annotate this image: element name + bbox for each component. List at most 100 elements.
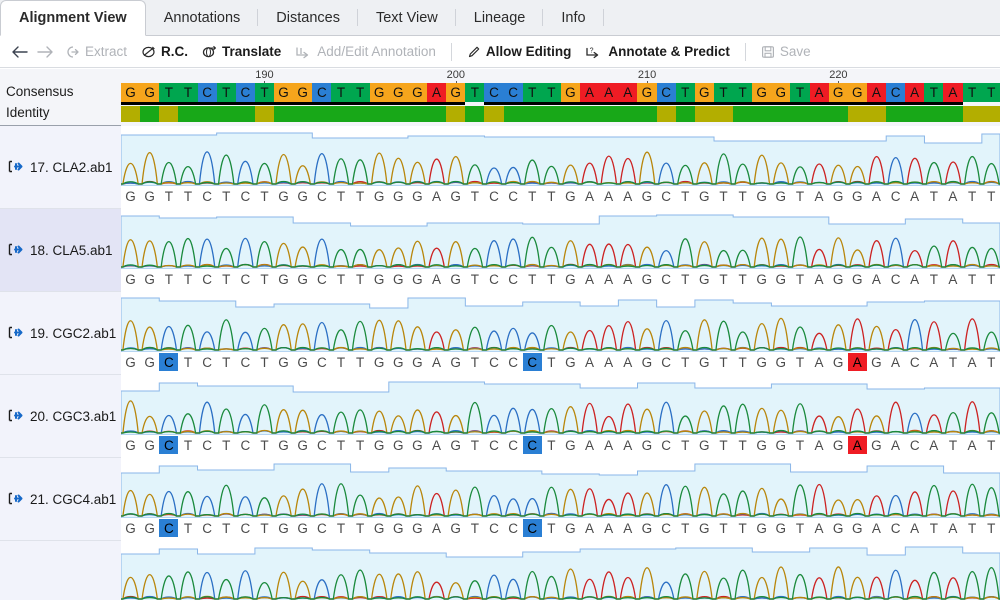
base-call[interactable]: C: [657, 519, 676, 537]
base-call[interactable]: T: [255, 270, 274, 288]
base-call[interactable]: T: [733, 519, 752, 537]
base-call[interactable]: G: [829, 353, 848, 371]
consensus-base[interactable]: A: [905, 83, 924, 102]
base-call[interactable]: A: [427, 270, 446, 288]
base-call[interactable]: G: [867, 353, 886, 371]
consensus-base[interactable]: T: [714, 83, 733, 102]
base-call[interactable]: G: [121, 270, 140, 288]
consensus-base[interactable]: T: [331, 83, 350, 102]
base-call[interactable]: T: [943, 353, 962, 371]
base-call[interactable]: A: [599, 353, 618, 371]
base-call[interactable]: C: [886, 519, 905, 537]
base-call[interactable]: T: [676, 519, 695, 537]
base-call[interactable]: G: [829, 187, 848, 205]
base-call[interactable]: A: [580, 353, 599, 371]
allow-editing-button[interactable]: Allow Editing: [460, 40, 579, 64]
consensus-base[interactable]: C: [886, 83, 905, 102]
base-call[interactable]: T: [542, 187, 561, 205]
base-call[interactable]: T: [465, 519, 484, 537]
base-call[interactable]: C: [484, 519, 503, 537]
chromatogram[interactable]: GGCTCTCTGGCTTGGGAGTCCCTGAAAGCTGTTGGTAGAG…: [121, 292, 1000, 375]
base-call[interactable]: T: [714, 519, 733, 537]
base-call[interactable]: T: [676, 270, 695, 288]
base-call[interactable]: T: [178, 353, 197, 371]
base-call[interactable]: T: [523, 187, 542, 205]
base-call[interactable]: A: [905, 270, 924, 288]
base-call[interactable]: G: [293, 187, 312, 205]
base-call[interactable]: T: [217, 353, 236, 371]
base-call[interactable]: A: [924, 353, 943, 371]
consensus-base[interactable]: G: [370, 83, 389, 102]
consensus-base[interactable]: G: [829, 83, 848, 102]
base-call-mismatch[interactable]: C: [523, 436, 542, 454]
save-button[interactable]: Save: [754, 40, 818, 64]
base-call[interactable]: A: [580, 436, 599, 454]
base-call[interactable]: A: [810, 519, 829, 537]
base-call[interactable]: T: [714, 353, 733, 371]
extract-button[interactable]: Extract: [58, 40, 134, 64]
consensus-base[interactable]: G: [637, 83, 656, 102]
base-call[interactable]: A: [963, 436, 982, 454]
base-call-row[interactable]: GGTTCTCTGGCTTGGGAGTCCTTGAAAGCTGTTGGTAGGA…: [121, 187, 1000, 205]
base-call[interactable]: A: [618, 353, 637, 371]
base-call[interactable]: G: [293, 270, 312, 288]
sequence-label[interactable]: 21. CGC4.ab1: [0, 458, 121, 541]
base-call[interactable]: T: [982, 270, 1000, 288]
consensus-base[interactable]: C: [657, 83, 676, 102]
base-call[interactable]: T: [676, 187, 695, 205]
base-call[interactable]: G: [389, 187, 408, 205]
base-call[interactable]: C: [657, 270, 676, 288]
base-call[interactable]: A: [599, 187, 618, 205]
base-call[interactable]: T: [351, 187, 370, 205]
consensus-base[interactable]: T: [523, 83, 542, 102]
base-call[interactable]: C: [198, 436, 217, 454]
base-call[interactable]: G: [637, 187, 656, 205]
base-call[interactable]: G: [752, 436, 771, 454]
base-call[interactable]: G: [408, 436, 427, 454]
base-call[interactable]: C: [236, 353, 255, 371]
base-call-mismatch[interactable]: A: [848, 353, 867, 371]
chromatogram[interactable]: GGTTCTCTGGCTTGGGAGTCCTTGAAAGCTGTTGGTAGGA…: [121, 209, 1000, 292]
base-call[interactable]: G: [293, 519, 312, 537]
consensus-base[interactable]: A: [618, 83, 637, 102]
base-call[interactable]: G: [695, 353, 714, 371]
base-call[interactable]: T: [676, 436, 695, 454]
base-call[interactable]: T: [351, 519, 370, 537]
base-call[interactable]: G: [637, 270, 656, 288]
base-call[interactable]: G: [561, 436, 580, 454]
consensus-base[interactable]: C: [312, 83, 331, 102]
base-call[interactable]: G: [140, 187, 159, 205]
tab-annotations[interactable]: Annotations: [146, 0, 259, 35]
consensus-base[interactable]: T: [982, 83, 1000, 102]
consensus-base[interactable]: T: [790, 83, 809, 102]
base-call[interactable]: G: [408, 270, 427, 288]
base-call[interactable]: G: [140, 519, 159, 537]
base-call-mismatch[interactable]: A: [848, 436, 867, 454]
chromatogram[interactable]: [121, 541, 1000, 600]
consensus-base[interactable]: G: [561, 83, 580, 102]
base-call[interactable]: G: [408, 187, 427, 205]
consensus-base[interactable]: C: [504, 83, 523, 102]
consensus-base[interactable]: G: [752, 83, 771, 102]
base-call[interactable]: G: [771, 187, 790, 205]
base-call[interactable]: C: [657, 187, 676, 205]
base-call[interactable]: G: [370, 187, 389, 205]
base-call[interactable]: T: [733, 353, 752, 371]
tab-info[interactable]: Info: [543, 0, 603, 35]
base-call[interactable]: C: [198, 353, 217, 371]
base-call[interactable]: A: [867, 519, 886, 537]
base-call[interactable]: C: [236, 270, 255, 288]
base-call-mismatch[interactable]: C: [523, 519, 542, 537]
base-call[interactable]: C: [504, 519, 523, 537]
base-call-row[interactable]: GGTTCTCTGGCTTGGGAGTCCTTGAAAGCTGTTGGTAGGA…: [121, 270, 1000, 288]
base-call[interactable]: C: [198, 519, 217, 537]
base-call[interactable]: G: [446, 270, 465, 288]
base-call[interactable]: A: [618, 270, 637, 288]
base-call[interactable]: G: [370, 270, 389, 288]
base-call[interactable]: G: [561, 519, 580, 537]
base-call[interactable]: T: [159, 187, 178, 205]
sequence-label[interactable]: 17. CLA2.ab1: [0, 126, 121, 209]
base-call[interactable]: G: [848, 519, 867, 537]
consensus-base[interactable]: T: [924, 83, 943, 102]
base-call-mismatch[interactable]: C: [159, 436, 178, 454]
